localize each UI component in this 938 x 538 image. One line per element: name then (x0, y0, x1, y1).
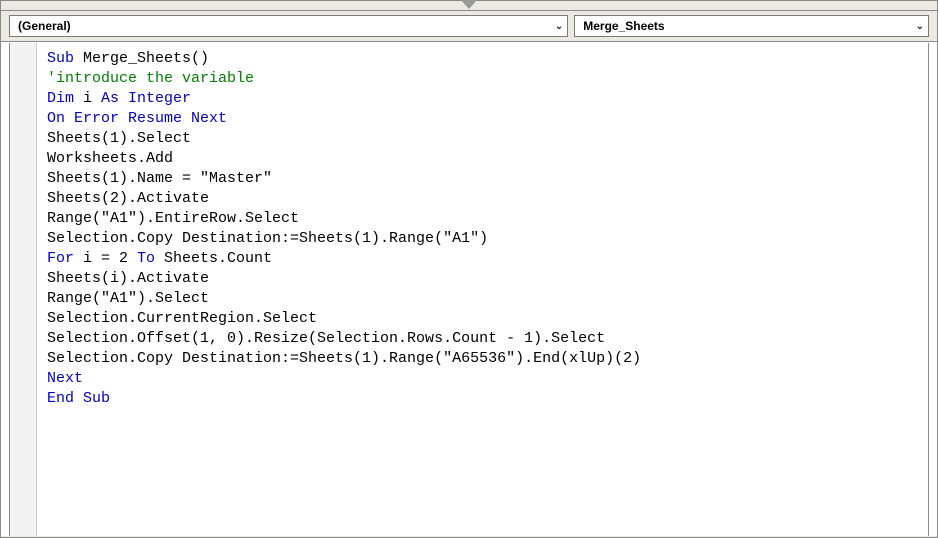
code-area: Sub Merge_Sheets()'introduce the variabl… (1, 42, 937, 536)
code-token: Next (47, 370, 83, 387)
code-token: i (83, 90, 101, 107)
code-token: Dim (47, 90, 83, 107)
code-token: As Integer (101, 90, 191, 107)
code-line[interactable]: End Sub (47, 389, 924, 409)
code-token: Sheets(i).Activate (47, 270, 209, 287)
code-line[interactable]: Sheets(i).Activate (47, 269, 924, 289)
procedure-dropdown-label: Merge_Sheets (583, 19, 664, 33)
top-border (1, 1, 937, 11)
code-line[interactable]: Selection.Copy Destination:=Sheets(1).Ra… (47, 229, 924, 249)
code-token: End Sub (47, 390, 110, 407)
object-dropdown-label: (General) (18, 19, 71, 33)
object-dropdown[interactable]: (General) ⌄ (9, 15, 568, 37)
procedure-dropdown[interactable]: Merge_Sheets ⌄ (574, 15, 929, 37)
code-line[interactable]: Dim i As Integer (47, 89, 924, 109)
code-line[interactable]: Sheets(1).Name = "Master" (47, 169, 924, 189)
vba-editor-window: (General) ⌄ Merge_Sheets ⌄ Sub Merge_She… (0, 0, 938, 538)
code-token: Selection.Copy Destination:=Sheets(1).Ra… (47, 350, 641, 367)
code-line[interactable]: Sub Merge_Sheets() (47, 49, 924, 69)
code-token: Selection.Offset(1, 0).Resize(Selection.… (47, 330, 605, 347)
code-line[interactable]: Sheets(2).Activate (47, 189, 924, 209)
code-line[interactable]: Range("A1").EntireRow.Select (47, 209, 924, 229)
code-token: Range("A1").Select (47, 290, 209, 307)
code-token: Worksheets.Add (47, 150, 173, 167)
code-token: 'introduce the variable (47, 70, 254, 87)
code-line[interactable]: Worksheets.Add (47, 149, 924, 169)
indicator-margin[interactable] (9, 43, 37, 536)
code-line[interactable]: For i = 2 To Sheets.Count (47, 249, 924, 269)
code-token: i = 2 (83, 250, 137, 267)
code-token: Sub (47, 50, 83, 67)
code-token: Range("A1").EntireRow.Select (47, 210, 299, 227)
code-line[interactable]: Selection.CurrentRegion.Select (47, 309, 924, 329)
code-token: Merge_Sheets() (83, 50, 209, 67)
code-token: Selection.Copy Destination:=Sheets(1).Ra… (47, 230, 488, 247)
code-token: Sheets.Count (164, 250, 272, 267)
code-token: Sheets(2).Activate (47, 190, 209, 207)
code-token: On Error Resume Next (47, 110, 227, 127)
chevron-down-icon: ⌄ (916, 21, 924, 32)
code-editor[interactable]: Sub Merge_Sheets()'introduce the variabl… (37, 43, 929, 536)
code-token: For (47, 250, 83, 267)
code-line[interactable]: 'introduce the variable (47, 69, 924, 89)
code-token: Selection.CurrentRegion.Select (47, 310, 317, 327)
code-line[interactable]: Next (47, 369, 924, 389)
code-token: Sheets(1).Name = "Master" (47, 170, 272, 187)
code-token: Sheets(1).Select (47, 130, 191, 147)
code-line[interactable]: On Error Resume Next (47, 109, 924, 129)
code-line[interactable]: Sheets(1).Select (47, 129, 924, 149)
code-line[interactable]: Selection.Offset(1, 0).Resize(Selection.… (47, 329, 924, 349)
chevron-down-icon: ⌄ (555, 21, 563, 32)
dropdown-toolbar: (General) ⌄ Merge_Sheets ⌄ (1, 11, 937, 42)
code-line[interactable]: Selection.Copy Destination:=Sheets(1).Ra… (47, 349, 924, 369)
code-line[interactable]: Range("A1").Select (47, 289, 924, 309)
split-handle-icon[interactable] (461, 0, 477, 9)
code-token: To (137, 250, 164, 267)
